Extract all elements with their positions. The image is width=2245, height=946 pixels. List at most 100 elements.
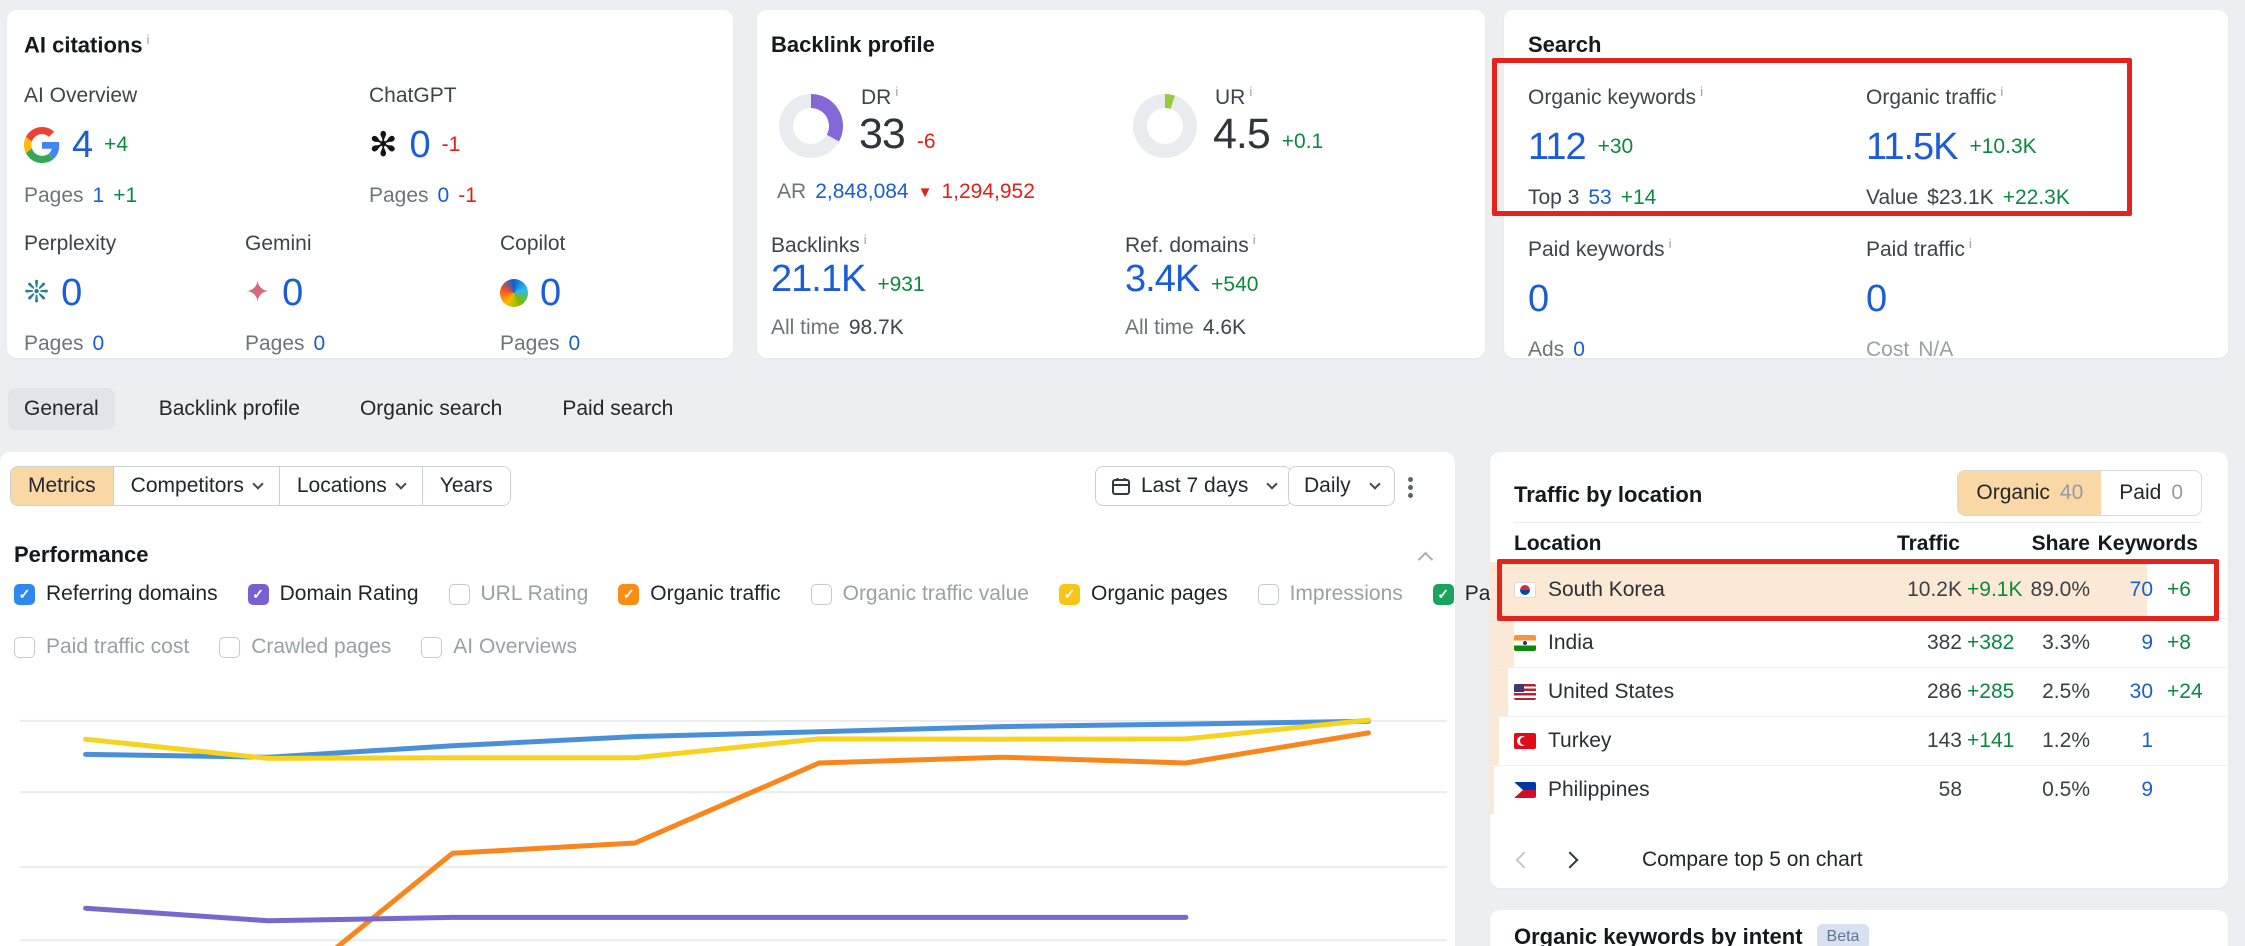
checked-checkbox-icon[interactable]: ✓ [1059,584,1080,605]
metric-toggle-referring-domains[interactable]: ✓Referring domains [14,582,218,606]
tab-organic-search[interactable]: Organic search [344,388,518,430]
ar-delta: 1,294,952 [941,180,1034,204]
location-row-united-states[interactable]: United States286+2852.5%30+24 [1490,667,2228,716]
search-value-row: 0 [1528,276,1671,322]
segment-locations[interactable]: Locations [279,467,422,505]
location-name[interactable]: India [1548,631,1594,655]
backlink-profile-card: Backlink profile DRi 33 -6 AR 2,848,084 … [757,10,1485,358]
chevron-down-icon [252,478,263,489]
traffic-value: 382 [1927,631,1962,655]
keywords-delta: +24 [2167,680,2203,704]
info-icon[interactable]: i [864,232,867,247]
citation-count[interactable]: 0 [282,272,302,315]
segment-metrics[interactable]: Metrics [11,467,113,505]
keywords-value[interactable]: 70 [2130,578,2153,602]
unchecked-checkbox-icon[interactable] [1258,584,1279,605]
segment-years[interactable]: Years [422,467,510,505]
location-row-turkey[interactable]: Turkey143+1411.2%1 [1490,716,2228,765]
performance-line-chart[interactable] [20,660,1447,946]
tab-backlink-profile[interactable]: Backlink profile [143,388,316,430]
location-name[interactable]: Philippines [1548,778,1650,802]
checked-checkbox-icon[interactable]: ✓ [1433,584,1454,605]
collapse-chevron-icon[interactable] [1418,552,1434,568]
metric-toggle-crawled-pages[interactable]: Crawled pages [219,635,391,659]
citation-count[interactable]: 0 [61,272,81,315]
backlinks-delta: +931 [877,273,924,297]
ar-value[interactable]: 2,848,084 [815,180,908,204]
metric-toggle-url-rating[interactable]: URL Rating [449,582,589,606]
metric-toggle-paid-traffic-cost[interactable]: Paid traffic cost [14,635,189,659]
series-line-organic-traffic[interactable] [86,733,1369,946]
info-icon[interactable]: i [1669,236,1672,251]
search-metric-value[interactable]: 0 [1528,278,1548,321]
citation-count[interactable]: 4 [72,124,92,167]
ur-label: URi [1215,84,1252,110]
search-tile-paid-keywords: Paid keywordsi0Ads0 [1528,236,1671,362]
filter-segmented-control: Metrics Competitors LocationsYears [10,466,511,506]
tab-general[interactable]: General [8,388,115,430]
info-icon[interactable]: i [895,84,898,99]
tab-paid-search[interactable]: Paid search [546,388,689,430]
location-name[interactable]: United States [1548,680,1674,704]
info-icon[interactable]: i [2000,84,2003,99]
ur-value-row: 4.5 +0.1 [1213,110,1323,159]
keywords-value[interactable]: 9 [2141,778,2153,802]
unchecked-checkbox-icon[interactable] [14,637,35,658]
granularity-button[interactable]: Daily [1288,466,1395,506]
metric-toggle-organic-pages[interactable]: ✓Organic pages [1059,582,1228,606]
keywords-value[interactable]: 1 [2141,729,2153,753]
metric-toggle-impressions[interactable]: Impressions [1258,582,1403,606]
date-range-button[interactable]: Last 7 days [1095,466,1292,506]
info-icon[interactable]: i [1253,232,1256,247]
checked-checkbox-icon[interactable]: ✓ [618,584,639,605]
organic-toggle[interactable]: Organic 40 [1958,471,2101,515]
series-line-domain-rating[interactable] [86,908,1186,921]
search-metric-value[interactable]: 0 [1866,278,1886,321]
metric-toggle-ai-overviews[interactable]: AI Overviews [421,635,577,659]
checked-checkbox-icon[interactable]: ✓ [14,584,35,605]
location-row-india[interactable]: India382+3823.3%9+8 [1490,618,2228,667]
ref-domains-value[interactable]: 3.4K [1125,258,1199,301]
metric-toggle-organic-traffic-value[interactable]: Organic traffic value [811,582,1029,606]
prev-page-icon[interactable] [1516,852,1533,869]
location-name[interactable]: South Korea [1548,578,1665,602]
info-icon[interactable]: i [1249,84,1252,99]
unchecked-checkbox-icon[interactable] [421,637,442,658]
paid-toggle[interactable]: Paid 0 [2101,471,2201,515]
citation-count[interactable]: 0 [540,272,560,315]
next-page-icon[interactable] [1562,852,1579,869]
unchecked-checkbox-icon[interactable] [449,584,470,605]
segment-competitors[interactable]: Competitors [113,467,279,505]
value-part: Value [1866,186,1918,210]
info-icon[interactable]: i [147,32,150,47]
citation-count[interactable]: 0 [410,124,430,167]
backlink-profile-title: Backlink profile [771,32,935,58]
search-metric-value[interactable]: 11.5K [1866,126,1957,169]
traffic-delta: +9.1K [1967,578,2022,602]
more-options-icon[interactable] [1408,474,1413,501]
keywords-value[interactable]: 30 [2130,680,2153,704]
flag-philippines-icon [1514,782,1536,798]
column-header-keywords: Keywords [2098,532,2198,556]
dr-label: DRi [861,84,898,110]
location-name[interactable]: Turkey [1548,729,1611,753]
keywords-value[interactable]: 9 [2141,631,2153,655]
checked-checkbox-icon[interactable]: ✓ [248,584,269,605]
pages-row: Pages1+1 [24,184,137,208]
value-part: 0 [1573,338,1585,362]
info-icon[interactable]: i [1700,84,1703,99]
info-icon[interactable]: i [1969,236,1972,251]
value-part: $23.1K [1927,186,1994,210]
unchecked-checkbox-icon[interactable] [811,584,832,605]
metric-toggle-organic-traffic[interactable]: ✓Organic traffic [618,582,780,606]
location-row-south-korea[interactable]: South Korea10.2K+9.1K89.0%70+6 [1490,562,2228,618]
compare-top5-link[interactable]: Compare top 5 on chart [1642,848,1863,872]
search-metric-label: Paid traffici [1866,236,1972,262]
backlinks-value[interactable]: 21.1K [771,258,865,301]
ai-source-label: Perplexity [24,232,116,256]
segment-label: Competitors [131,474,244,498]
metric-toggle-domain-rating[interactable]: ✓Domain Rating [248,582,419,606]
search-metric-value[interactable]: 112 [1528,126,1586,169]
location-row-philippines[interactable]: Philippines580.5%9 [1490,765,2228,814]
unchecked-checkbox-icon[interactable] [219,637,240,658]
